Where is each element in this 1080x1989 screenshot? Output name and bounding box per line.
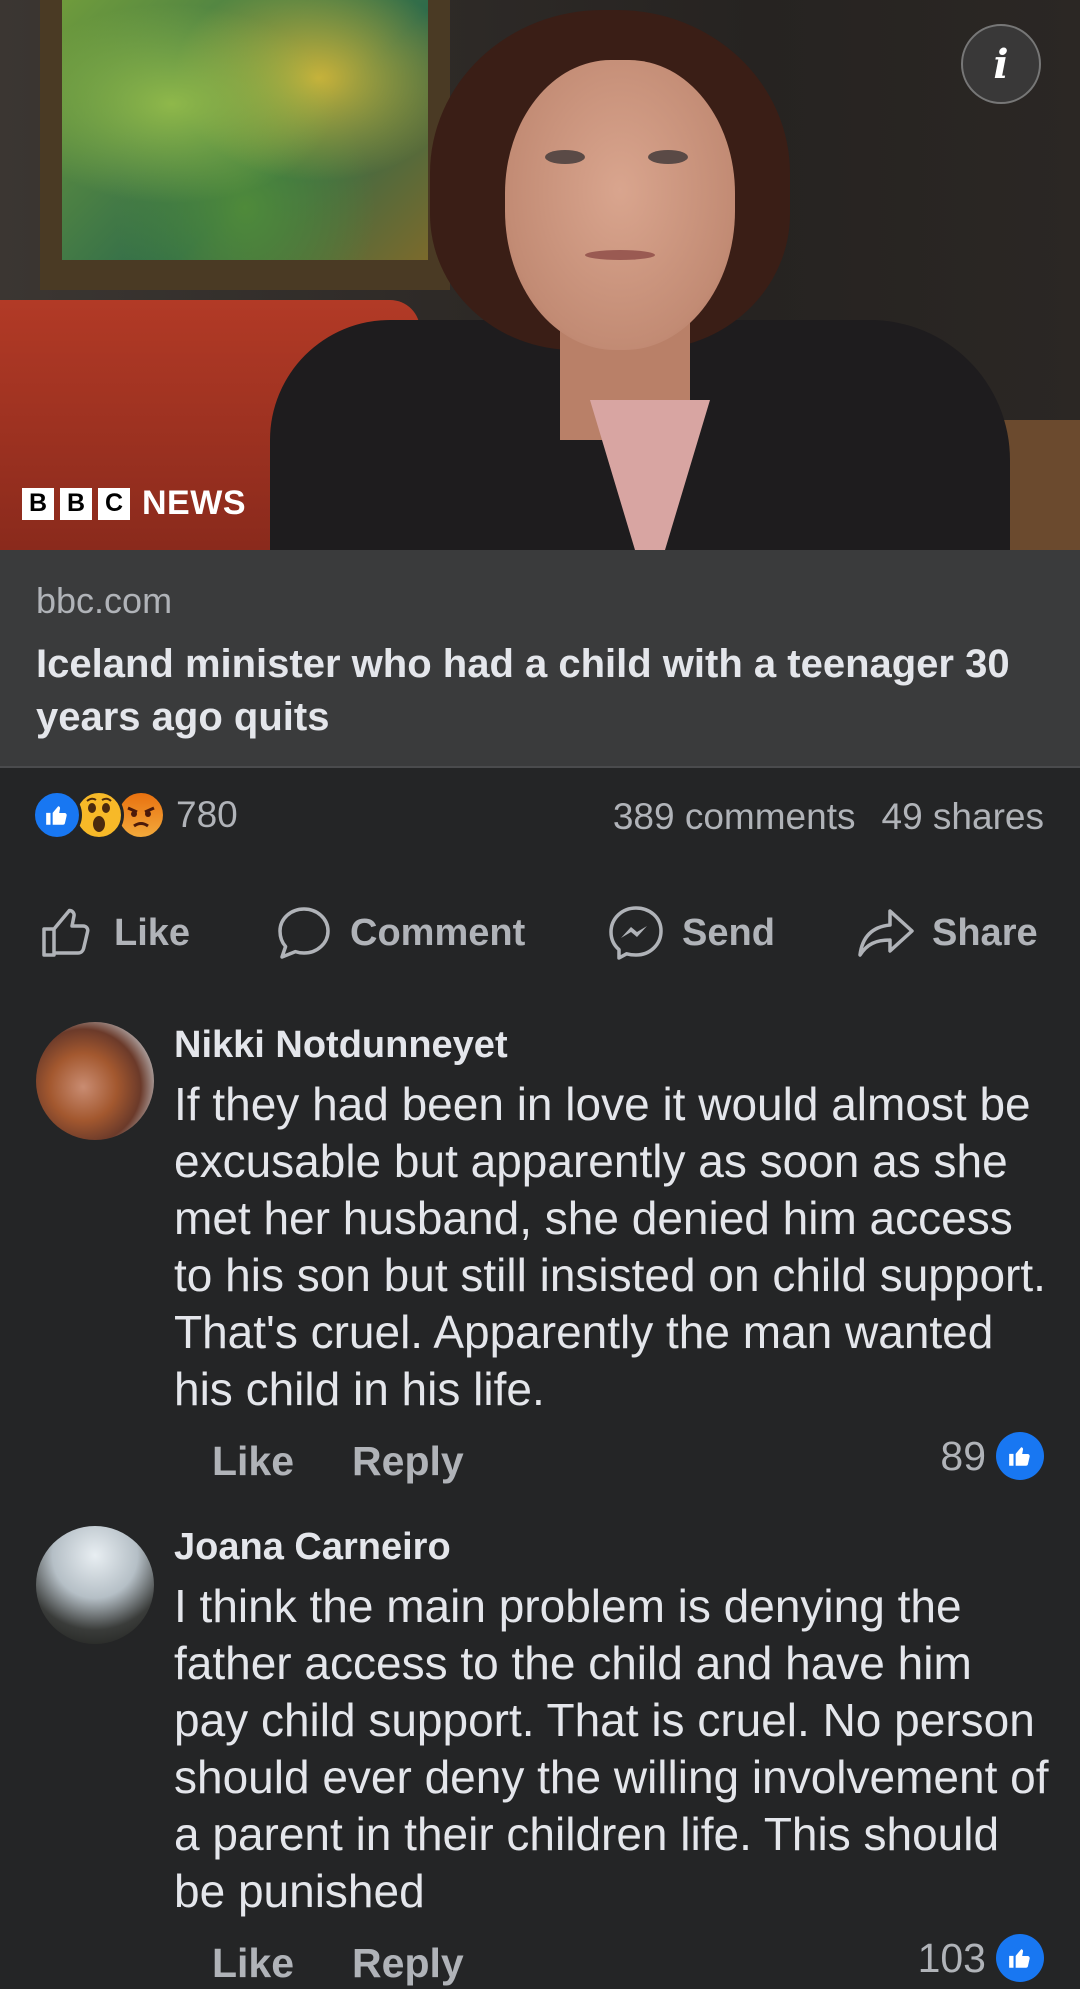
link-domain: bbc.com <box>36 580 173 621</box>
share-button-label: Share <box>932 911 1038 954</box>
person-eye-right <box>648 150 688 164</box>
like-reaction-icon <box>996 1934 1044 1982</box>
comment-author[interactable]: Nikki Notdunneyet <box>174 1024 508 1067</box>
reactions-summary[interactable]: 780 <box>32 790 238 840</box>
comment-actions: Like Reply <box>212 1940 464 1987</box>
comment-like-button[interactable]: Like <box>212 1940 294 1987</box>
link-preview[interactable]: bbc.com Iceland minister who had a child… <box>0 550 1080 768</box>
comment-reply-button[interactable]: Reply <box>352 1940 464 1987</box>
bbc-logo-letter: B <box>60 487 92 520</box>
like-button-label: Like <box>114 911 191 954</box>
comment-reply-button[interactable]: Reply <box>352 1438 464 1485</box>
post-action-bar: Like Comment Send Share <box>0 900 1080 966</box>
comment-text: I think the main problem is denying the … <box>174 1580 1049 1917</box>
bbc-news-logo: B B C NEWS <box>22 484 246 523</box>
shares-count[interactable]: 49 shares <box>882 796 1045 838</box>
like-reaction-icon <box>996 1432 1044 1480</box>
avatar[interactable] <box>36 1022 154 1140</box>
person-eye-left <box>545 150 585 164</box>
thumbs-up-icon <box>42 908 90 957</box>
share-button[interactable]: Share <box>856 900 1038 966</box>
avatar[interactable] <box>36 1526 154 1644</box>
like-reaction-icon <box>32 790 82 840</box>
comment-like-count[interactable]: 103 <box>918 1934 1044 1982</box>
reaction-count: 780 <box>176 794 238 835</box>
comment-like-count[interactable]: 89 <box>940 1432 1044 1480</box>
bbc-logo-news: NEWS <box>142 484 246 522</box>
comment-like-button[interactable]: Like <box>212 1438 294 1485</box>
comment-like-number: 103 <box>917 1934 986 1981</box>
person-face <box>505 60 735 350</box>
person-mouth <box>585 250 655 260</box>
comment-like-number: 89 <box>940 1432 986 1479</box>
comment-author[interactable]: Joana Carneiro <box>174 1526 451 1569</box>
comment-button-label: Comment <box>350 911 526 954</box>
share-arrow-icon <box>858 909 914 957</box>
link-headline: Iceland minister who had a child with a … <box>36 642 1010 739</box>
send-button[interactable]: Send <box>606 900 775 966</box>
painting <box>62 0 428 260</box>
comment-bubble-icon <box>278 907 330 959</box>
article-image[interactable]: B B C NEWS i <box>0 0 1080 550</box>
bbc-logo-letter: B <box>22 487 54 520</box>
engagement-counts: 389 comments 49 shares <box>613 796 1044 838</box>
comment-actions: Like Reply <box>212 1438 464 1485</box>
messenger-icon <box>609 906 663 960</box>
comment-text: If they had been in love it would almost… <box>174 1078 1046 1415</box>
comment-button[interactable]: Comment <box>274 900 525 966</box>
bbc-logo-letter: C <box>98 487 130 520</box>
send-button-label: Send <box>682 911 775 954</box>
info-icon[interactable]: i <box>961 24 1041 104</box>
comments-count[interactable]: 389 comments <box>613 796 856 838</box>
like-button[interactable]: Like <box>38 900 190 966</box>
